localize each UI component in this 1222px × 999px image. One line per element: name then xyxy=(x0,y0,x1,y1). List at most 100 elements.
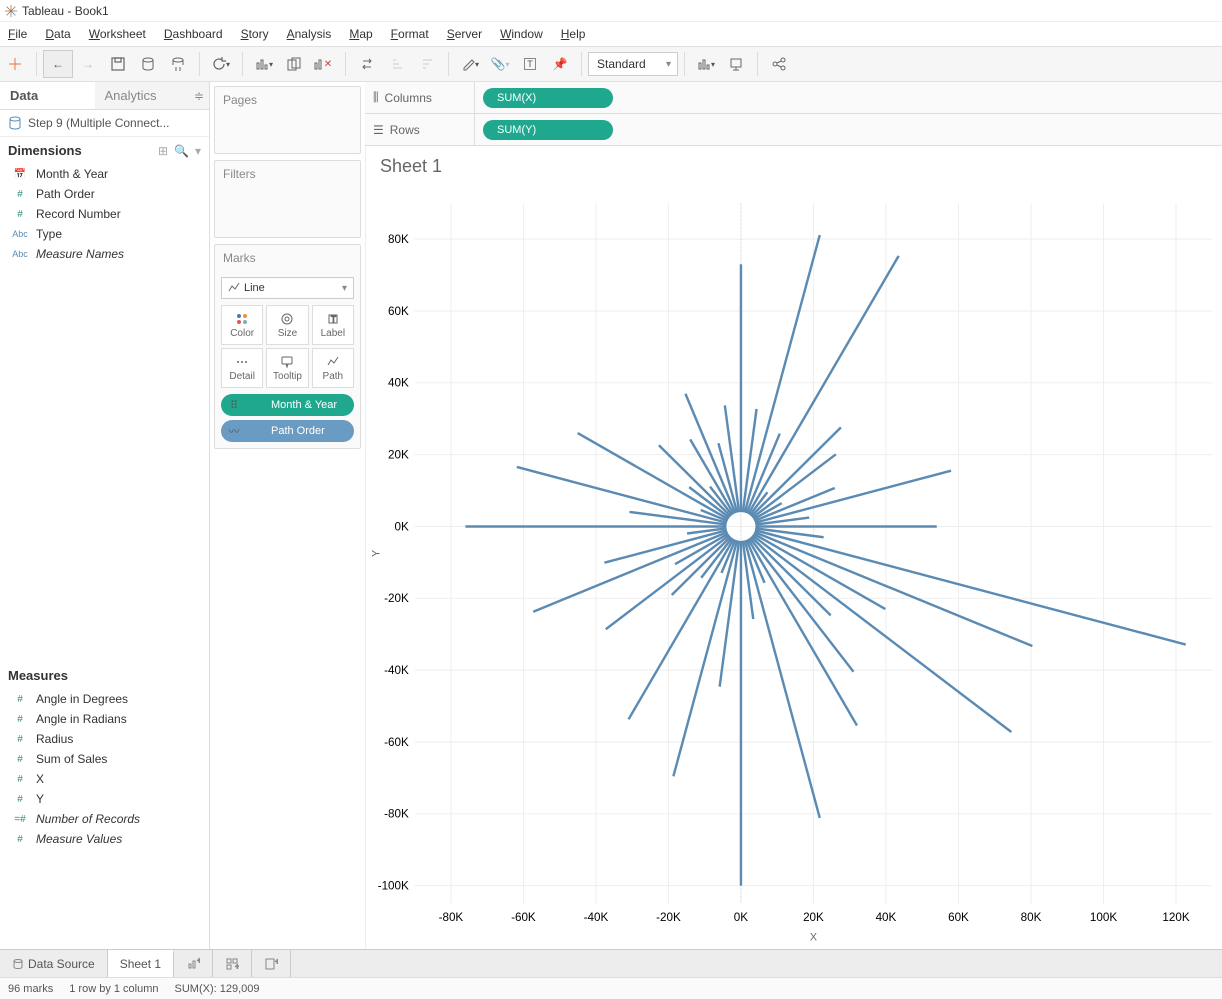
svg-text:-100K: -100K xyxy=(378,880,409,893)
field-type[interactable]: AbcType xyxy=(0,224,209,244)
menu-bar: File Data Worksheet Dashboard Story Analysis M… xyxy=(0,22,1222,46)
menu-story[interactable]: Story xyxy=(241,27,269,41)
rows-pill[interactable]: SUM(Y) xyxy=(483,120,613,140)
field-number-of-records[interactable]: =#Number of Records xyxy=(0,809,209,829)
mark-pill-month-year[interactable]: ⠿Month & Year xyxy=(221,394,354,416)
field-radius[interactable]: #Radius xyxy=(0,729,209,749)
sheet-title[interactable]: Sheet 1 xyxy=(366,146,1222,187)
field-measure-names[interactable]: AbcMeasure Names xyxy=(0,244,209,264)
clear-button[interactable]: ✕ xyxy=(309,50,339,78)
pin-button[interactable]: 📌 xyxy=(545,50,575,78)
field-record-number[interactable]: #Record Number xyxy=(0,204,209,224)
field-angle-in-degrees[interactable]: #Angle in Degrees xyxy=(0,689,209,709)
duplicate-button[interactable] xyxy=(279,50,309,78)
new-worksheet-button[interactable]: ▾ xyxy=(249,50,279,78)
viz-area: ⫼Columns SUM(X) ☰Rows SUM(Y) Sheet 1 -80… xyxy=(365,82,1222,949)
svg-text:80K: 80K xyxy=(1021,911,1042,924)
search-icon[interactable]: 🔍 xyxy=(174,144,189,158)
highlight-button[interactable]: ▾ xyxy=(455,50,485,78)
mark-type-select[interactable]: Line xyxy=(221,277,354,299)
svg-text:0K: 0K xyxy=(395,520,409,533)
mark-size-button[interactable]: Size xyxy=(266,305,308,345)
svg-text:+: + xyxy=(275,957,278,966)
swap-button[interactable] xyxy=(352,50,382,78)
menu-dashboard[interactable]: Dashboard xyxy=(164,27,223,41)
columns-shelf[interactable]: ⫼Columns SUM(X) xyxy=(365,82,1222,114)
status-sumx: SUM(X): 129,009 xyxy=(175,983,260,995)
fit-select[interactable]: Standard xyxy=(588,52,678,76)
show-me-button[interactable]: ▾ xyxy=(691,50,721,78)
sort-desc-button[interactable] xyxy=(412,50,442,78)
share-button[interactable] xyxy=(764,50,794,78)
field-x[interactable]: #X xyxy=(0,769,209,789)
tableau-logo-icon xyxy=(4,4,18,18)
menu-file[interactable]: File xyxy=(8,27,27,41)
svg-text:-80K: -80K xyxy=(439,911,464,924)
svg-text:100K: 100K xyxy=(1090,911,1117,924)
tableau-icon[interactable] xyxy=(0,50,30,78)
field-path-order[interactable]: #Path Order xyxy=(0,184,209,204)
pages-shelf[interactable]: Pages xyxy=(214,86,361,154)
chart-canvas[interactable]: -80K-60K-40K-20K0K20K40K60K80K100K120K-1… xyxy=(366,187,1222,949)
svg-text:60K: 60K xyxy=(388,305,409,318)
sort-asc-button[interactable] xyxy=(382,50,412,78)
back-button[interactable]: ← xyxy=(43,50,73,78)
menu-window[interactable]: Window xyxy=(500,27,543,41)
sheet-tab[interactable]: Sheet 1 xyxy=(108,950,174,977)
menu-dropdown-icon[interactable]: ▾ xyxy=(195,144,201,158)
svg-text:20K: 20K xyxy=(803,911,824,924)
svg-text:40K: 40K xyxy=(876,911,897,924)
svg-text:-20K: -20K xyxy=(656,911,681,924)
tab-analytics[interactable]: Analytics xyxy=(95,82,190,109)
mark-detail-button[interactable]: Detail xyxy=(221,348,263,388)
menu-analysis[interactable]: Analysis xyxy=(287,27,332,41)
field-angle-in-radians[interactable]: #Angle in Radians xyxy=(0,709,209,729)
datasource-row[interactable]: Step 9 (Multiple Connect... xyxy=(0,110,209,137)
menu-help[interactable]: Help xyxy=(561,27,586,41)
svg-text:20K: 20K xyxy=(388,449,409,462)
mark-label-button[interactable]: TLabel xyxy=(312,305,354,345)
field-measure-values[interactable]: #Measure Values xyxy=(0,829,209,849)
refresh-button[interactable]: ▾ xyxy=(206,50,236,78)
field-y[interactable]: #Y xyxy=(0,789,209,809)
menu-format[interactable]: Format xyxy=(391,27,429,41)
menu-map[interactable]: Map xyxy=(349,27,372,41)
svg-text:-40K: -40K xyxy=(584,911,609,924)
group-button[interactable]: 📎▾ xyxy=(485,50,515,78)
field-sum-of-sales[interactable]: #Sum of Sales xyxy=(0,749,209,769)
columns-pill[interactable]: SUM(X) xyxy=(483,88,613,108)
svg-text:60K: 60K xyxy=(948,911,969,924)
pause-button[interactable] xyxy=(163,50,193,78)
presentation-button[interactable] xyxy=(721,50,751,78)
mark-path-button[interactable]: Path xyxy=(312,348,354,388)
svg-text:X: X xyxy=(810,932,817,944)
dimensions-header: Dimensions xyxy=(8,143,82,158)
menu-worksheet[interactable]: Worksheet xyxy=(89,27,146,41)
tab-data[interactable]: Data xyxy=(0,82,95,109)
save-button[interactable] xyxy=(103,50,133,78)
mark-pill-path-order[interactable]: 〰Path Order xyxy=(221,420,354,442)
mark-color-button[interactable]: Color xyxy=(221,305,263,345)
view-toggle-icon[interactable]: ⊞ xyxy=(158,144,168,158)
svg-text:40K: 40K xyxy=(388,377,409,390)
marks-card: Marks Line ColorSizeTLabelDetailTooltipP… xyxy=(214,244,361,449)
rows-shelf[interactable]: ☰Rows SUM(Y) xyxy=(365,114,1222,146)
labels-button[interactable]: T xyxy=(515,50,545,78)
svg-text:0K: 0K xyxy=(734,911,748,924)
window-title: Tableau - Book1 xyxy=(22,4,109,18)
svg-text:-20K: -20K xyxy=(384,592,409,605)
new-dashboard-button[interactable]: + xyxy=(213,950,252,977)
field-month-year[interactable]: 📅Month & Year xyxy=(0,164,209,184)
tab-toggle-icon[interactable]: ≑ xyxy=(189,82,209,109)
new-sheet-button[interactable]: + xyxy=(174,950,213,977)
filters-shelf[interactable]: Filters xyxy=(214,160,361,238)
new-datasource-button[interactable] xyxy=(133,50,163,78)
datasource-icon xyxy=(8,116,22,130)
forward-button[interactable]: → xyxy=(73,50,103,78)
shelf-column: Pages Filters Marks Line ColorSizeTLabel… xyxy=(210,82,365,949)
new-story-button[interactable]: + xyxy=(252,950,291,977)
datasource-tab[interactable]: Data Source xyxy=(0,950,108,977)
mark-tooltip-button[interactable]: Tooltip xyxy=(266,348,308,388)
menu-data[interactable]: Data xyxy=(45,27,70,41)
menu-server[interactable]: Server xyxy=(447,27,482,41)
